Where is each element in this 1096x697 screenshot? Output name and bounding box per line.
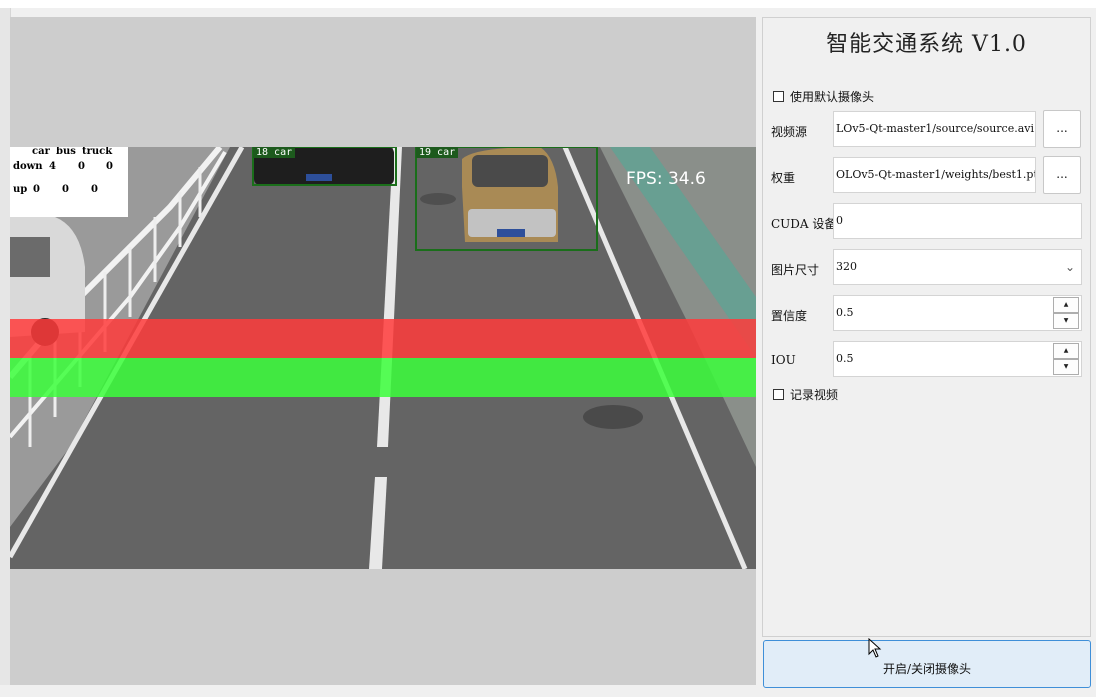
video-source-field[interactable]: LOv5-Qt-master1/source/source.avi [833, 111, 1036, 147]
chevron-down-icon[interactable]: ⌄ [1065, 250, 1075, 284]
counter-header-bus: bus [56, 147, 76, 157]
image-size-value: 320 [836, 260, 857, 273]
confidence-spinbox[interactable]: 0.5 ▲ ▼ [833, 295, 1082, 331]
counter-header-truck: truck [82, 147, 113, 157]
spin-up-icon[interactable]: ▲ [1053, 297, 1079, 313]
iou-spinbox[interactable]: 0.5 ▲ ▼ [833, 341, 1082, 377]
image-size-label: 图片尺寸 [771, 263, 820, 277]
fps-readout: FPS: 34.6 [626, 169, 706, 189]
video-source-label: 视频源 [771, 125, 808, 139]
counter-down-car: 4 [49, 161, 56, 172]
iou-value: 0.5 [836, 352, 854, 365]
weights-field[interactable]: OLOv5-Qt-master1/weights/best1.pt [833, 157, 1036, 193]
counter-up-truck: 0 [91, 184, 98, 195]
video-frame: 18 car 19 car car bus truck down 4 0 0 u… [10, 147, 756, 569]
iou-label: IOU [771, 353, 796, 367]
record-video-checkbox[interactable]: 记录视频 [773, 386, 838, 403]
mouse-cursor-icon [868, 638, 882, 658]
detection-label: 19 car [416, 147, 459, 158]
confidence-value: 0.5 [836, 306, 854, 319]
counter-row-label-up: up [13, 184, 28, 195]
control-panel: 智能交通系统 V1.0 使用默认摄像头 视频源 LOv5-Qt-master1/… [762, 17, 1091, 637]
cuda-device-field[interactable]: 0 [833, 203, 1082, 239]
counter-up-car: 0 [33, 184, 40, 195]
counter-down-truck: 0 [106, 161, 113, 172]
counter-down-bus: 0 [78, 161, 85, 172]
cuda-device-label: CUDA 设备 [771, 217, 837, 231]
record-video-label: 记录视频 [790, 388, 839, 402]
window-top-strip [0, 0, 1096, 8]
counter-up-bus: 0 [62, 184, 69, 195]
spin-down-icon[interactable]: ▼ [1053, 313, 1079, 329]
vehicle-counter-table: car bus truck down 4 0 0 up 0 0 0 [10, 147, 128, 217]
video-display: 18 car 19 car car bus truck down 4 0 0 u… [10, 17, 756, 685]
checkbox-box[interactable] [773, 91, 784, 102]
weights-label: 权重 [771, 171, 796, 185]
image-size-select[interactable]: 320 ⌄ [833, 249, 1082, 285]
video-source-browse-button[interactable]: ... [1043, 110, 1081, 148]
counter-header-car: car [32, 147, 50, 157]
default-camera-checkbox[interactable]: 使用默认摄像头 [773, 88, 874, 105]
detection-label: 18 car [253, 147, 296, 158]
spin-up-icon[interactable]: ▲ [1053, 343, 1079, 359]
confidence-label: 置信度 [771, 309, 808, 323]
spin-down-icon[interactable]: ▼ [1053, 359, 1079, 375]
default-camera-label: 使用默认摄像头 [790, 90, 875, 104]
weights-browse-button[interactable]: ... [1043, 156, 1081, 194]
toggle-camera-button[interactable]: 开启/关闭摄像头 [763, 640, 1091, 688]
checkbox-box[interactable] [773, 389, 784, 400]
app-title: 智能交通系统 V1.0 [826, 32, 1027, 57]
counter-row-label-down: down [13, 161, 43, 172]
